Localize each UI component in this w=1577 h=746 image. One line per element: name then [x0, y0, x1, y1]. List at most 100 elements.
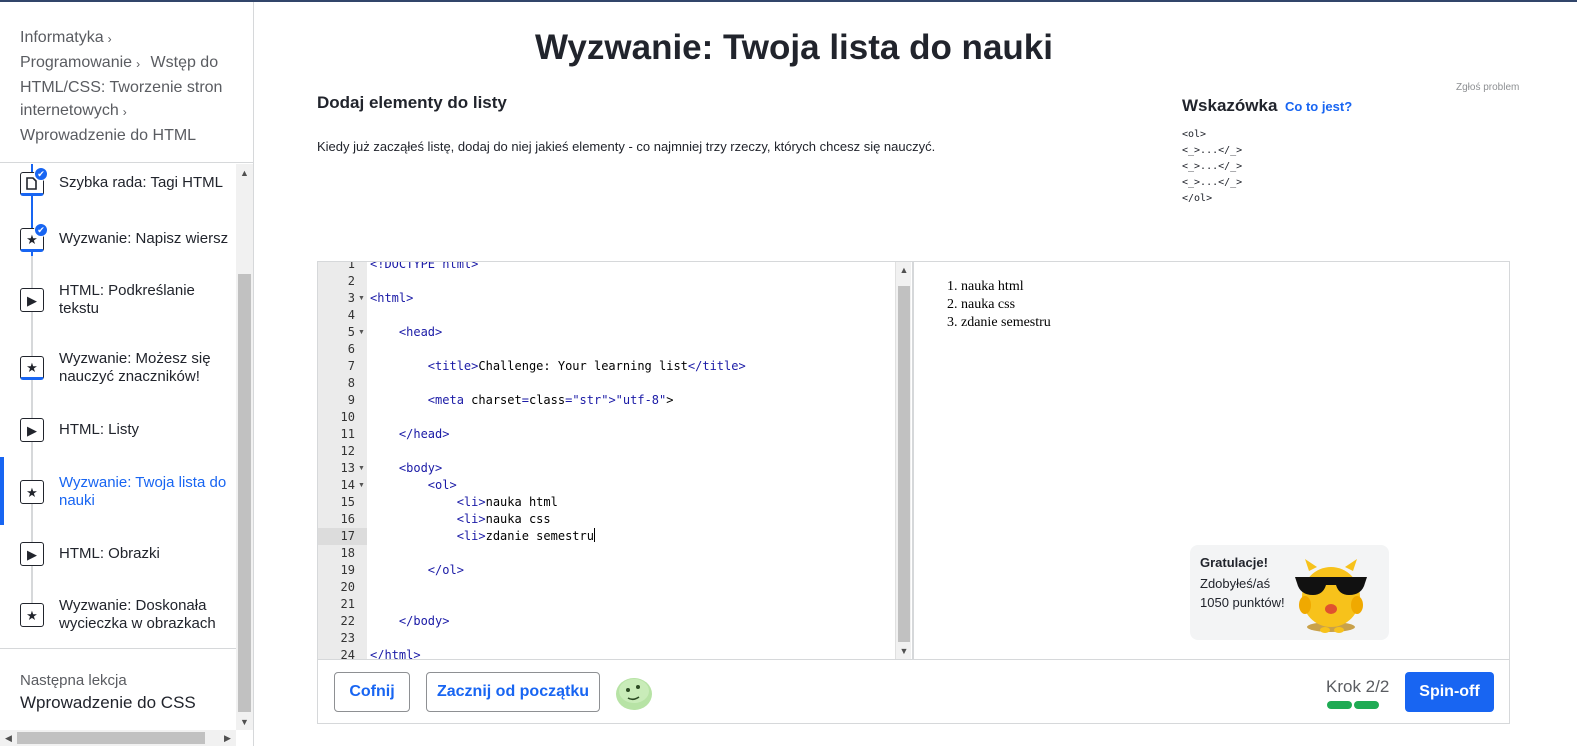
code-line[interactable]: <!DOCTYPE html> [370, 262, 478, 273]
step-title: Dodaj elementy do listy [317, 93, 507, 112]
scroll-right-icon[interactable]: ▶ [219, 730, 236, 746]
lesson-label: HTML: Listy [59, 421, 140, 438]
code-line[interactable]: </head> [370, 426, 450, 443]
check-icon: ✔ [34, 223, 48, 237]
code-editor[interactable]: 1 <!DOCTYPE html> 2 3 ▼ <html> 4 5 ▼ <head> 6 7 <t… [318, 262, 895, 659]
fold-toggle-icon[interactable]: ▼ [358, 465, 365, 472]
lesson-label: HTML: Podkreślanie tekstu [59, 282, 195, 317]
next-lesson-caption: Następna lekcja [20, 672, 127, 689]
play-icon: ▶ [20, 542, 44, 566]
lesson-item[interactable]: ★ Wyzwanie: Możesz się nauczyć znacznikó… [0, 350, 236, 394]
line-number: 2 [347, 274, 355, 288]
hint-code: <ol> <_>...</_> <_>...</_> <_>...</_> </… [1182, 129, 1243, 204]
report-problem-link[interactable]: Zgłoś problem [1456, 82, 1519, 93]
lesson-item[interactable]: ▶ HTML: Listy [0, 418, 236, 458]
hint-help-link[interactable]: Co to jest? [1285, 99, 1352, 114]
chevron-right-icon: › [136, 57, 141, 71]
line-number: 3 [347, 291, 355, 305]
code-line[interactable]: <title>Challenge: Your learning list</ti… [370, 358, 746, 375]
fold-toggle-icon[interactable]: ▼ [358, 295, 365, 302]
line-number: 5 [347, 325, 355, 339]
line-number: 13 [340, 461, 355, 475]
scrollbar-thumb[interactable] [238, 274, 251, 712]
code-line[interactable]: </html> [370, 647, 421, 659]
step-description: Kiedy już zacząłeś listę, dodaj do niej … [317, 139, 936, 154]
lesson-list: ✔ Szybka rada: Tagi HTML ★ ✔ Wyzwanie: N… [0, 164, 236, 648]
scrollbar-thumb[interactable] [898, 286, 910, 642]
congrats-message: Zdobyłeś/aś 1050 punktów! [1200, 576, 1285, 610]
page-title: Wyzwanie: Twoja lista do nauki [535, 28, 1053, 67]
preview-list-item: nauka css [961, 296, 1051, 314]
chevron-right-icon: › [122, 105, 127, 119]
lesson-label: Wyzwanie: Doskonała wycieczka w obrazkac… [59, 597, 216, 632]
line-number: 19 [340, 563, 355, 577]
next-lesson-link[interactable]: Następna lekcja Wprowadzenie do CSS [20, 672, 196, 713]
line-number: 16 [340, 512, 355, 526]
fold-toggle-icon[interactable]: ▼ [358, 482, 365, 489]
lesson-item[interactable]: ✔ Szybka rada: Tagi HTML [0, 164, 236, 208]
scrollbar-thumb[interactable] [17, 732, 205, 744]
breadcrumb-unit[interactable]: Wprowadzenie do HTML [20, 127, 196, 144]
divider [0, 162, 253, 163]
lesson-label: Wyzwanie: Możesz się nauczyć znaczników! [59, 350, 211, 385]
step-progress-segment [1354, 701, 1379, 709]
line-number: 8 [347, 376, 355, 390]
lesson-item[interactable]: ▶ HTML: Obrazki [0, 542, 236, 582]
breadcrumb-informatyka[interactable]: Informatyka [20, 29, 104, 46]
scroll-down-icon[interactable]: ▼ [236, 713, 253, 730]
step-counter: Krok 2/2 [1326, 677, 1390, 696]
star-icon: ★ [20, 603, 44, 627]
lesson-item[interactable]: ▶ HTML: Podkreślanie tekstu [0, 282, 236, 326]
code-line[interactable]: <ol> [370, 477, 457, 494]
line-number: 9 [347, 393, 355, 407]
chevron-right-icon: › [107, 32, 112, 46]
code-line[interactable]: <li>nauka css [370, 511, 551, 528]
line-number: 18 [340, 546, 355, 560]
code-line[interactable]: <body> [370, 460, 442, 477]
code-line[interactable]: <head> [370, 324, 442, 341]
lesson-item[interactable]: ★ Wyzwanie: Doskonała wycieczka w obrazk… [0, 597, 236, 641]
code-line[interactable]: <html> [370, 290, 413, 307]
spinoff-button[interactable]: Spin-off [1405, 672, 1494, 712]
code-line[interactable]: </body> [370, 613, 450, 630]
star-icon: ★ [20, 356, 44, 380]
lesson-label: Wyzwanie: Twoja lista do nauki [59, 474, 227, 509]
breadcrumb-programowanie[interactable]: Programowanie [20, 54, 132, 71]
line-number: 4 [347, 308, 355, 322]
lesson-item-active[interactable]: ★ Wyzwanie: Twoja lista do nauki [0, 474, 236, 518]
scroll-down-icon[interactable]: ▼ [896, 643, 912, 659]
lesson-label: Szybka rada: Tagi HTML [59, 174, 223, 191]
divider [0, 648, 253, 649]
scroll-left-icon[interactable]: ◀ [0, 730, 17, 746]
scroll-up-icon[interactable]: ▲ [896, 262, 912, 278]
editor-scrollbar[interactable]: ▲ ▼ [895, 262, 911, 659]
code-line[interactable]: </ol> [370, 562, 464, 579]
hint-title: Wskazówka [1182, 96, 1278, 115]
preview-list-item: zdanie semestru [961, 314, 1051, 332]
lesson-label: Wyzwanie: Napisz wiersz [59, 230, 229, 247]
fold-toggle-icon[interactable]: ▼ [358, 329, 365, 336]
sidebar-scrollbar[interactable]: ▲ ▼ [236, 164, 253, 730]
lesson-item[interactable]: ★ ✔ Wyzwanie: Napisz wiersz [0, 220, 236, 264]
line-number: 15 [340, 495, 355, 509]
line-number: 10 [340, 410, 355, 424]
step-progress-segment [1327, 701, 1352, 709]
code-line[interactable]: <li>zdanie semestru [370, 528, 595, 545]
hint-blob-icon[interactable] [614, 674, 654, 712]
footer-divider [318, 659, 1509, 660]
scroll-up-icon[interactable]: ▲ [236, 164, 253, 181]
line-number: 7 [347, 359, 355, 373]
line-number: 14 [340, 478, 355, 492]
line-number: 23 [340, 631, 355, 645]
code-line[interactable]: <li>nauka html [370, 494, 558, 511]
line-number: 17 [318, 528, 367, 545]
line-number: 11 [340, 427, 355, 441]
restart-button[interactable]: Zacznij od początku [426, 672, 600, 712]
sidebar-hscrollbar[interactable]: ◀ ▶ [0, 730, 236, 746]
congrats-title: Gratulacje! [1200, 555, 1268, 570]
code-line[interactable]: <meta charset=class="str">"utf-8"> [370, 392, 674, 409]
next-lesson-title: Wprowadzenie do CSS [20, 693, 196, 712]
back-button[interactable]: Cofnij [334, 672, 410, 712]
star-icon: ★ [20, 480, 44, 504]
active-lesson-indicator [0, 457, 4, 525]
